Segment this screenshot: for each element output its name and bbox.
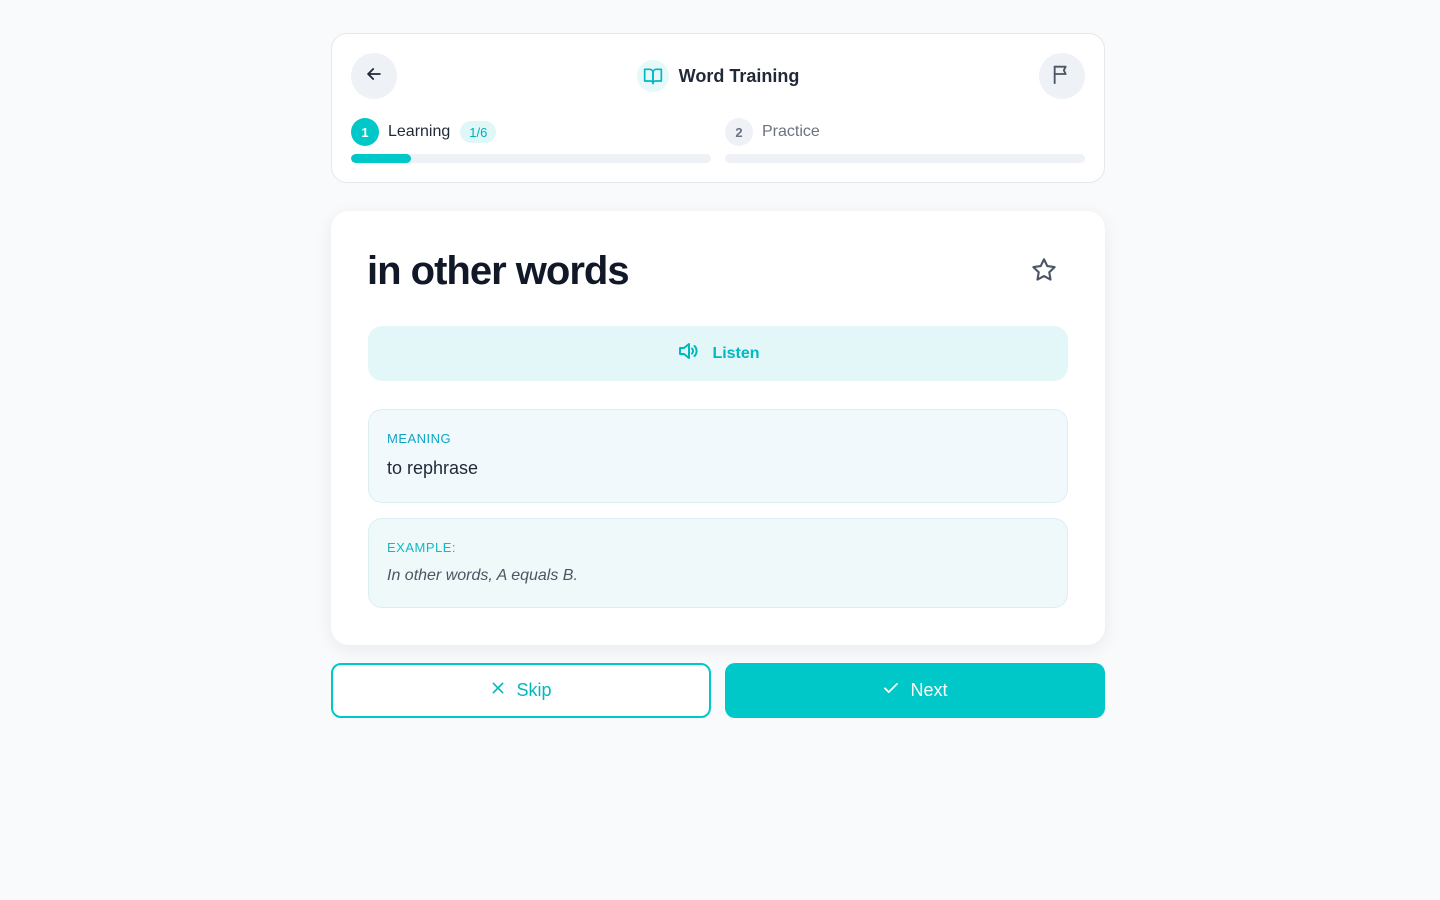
next-button[interactable]: Next [725,663,1105,718]
progress-fill [351,154,412,163]
report-flag-button[interactable] [1039,53,1085,99]
step-label: Practice [762,123,820,140]
step-count-badge: 1/6 [460,121,497,143]
step-number: 2 [725,118,753,146]
step-progress: 1 Learning 1/6 2 Practice [351,118,1085,163]
skip-label: Skip [516,680,552,700]
skip-button[interactable]: Skip [331,663,711,718]
step-label: Learning [388,123,451,140]
listen-label: Listen [712,344,760,362]
x-icon [490,680,506,701]
meaning-label: MEANING [387,431,452,446]
book-open-icon [636,60,669,92]
meaning-box: MEANING to rephrase [368,409,1068,503]
meaning-text: to rephrase [387,458,479,478]
progress-track [725,154,1085,163]
action-bar: Skip Next [331,663,1105,718]
word-card: in other words Listen MEANING to rephras… [331,211,1105,645]
star-icon [1030,256,1058,289]
favorite-button[interactable] [1029,257,1059,287]
flag-icon [1051,63,1073,90]
step-learning: 1 Learning 1/6 [351,118,711,163]
example-text: In other words, A equals B. [387,567,578,584]
next-label: Next [910,680,948,700]
check-icon [882,679,900,702]
word-title: in other words [367,249,630,293]
page-title: Word Training [678,65,800,86]
progress-track [351,154,711,163]
app-container: Word Training 1 Learning 1/6 2 Practice … [331,33,1105,718]
listen-button[interactable]: Listen [368,326,1068,381]
step-practice: 2 Practice [725,118,1085,163]
step-number: 1 [351,118,379,146]
example-box: EXAMPLE: In other words, A equals B. [368,518,1068,608]
page-title-row: Word Training [332,60,1104,92]
example-label: EXAMPLE: [387,540,457,555]
header-card: Word Training 1 Learning 1/6 2 Practice [331,33,1105,183]
speaker-icon [676,339,700,368]
